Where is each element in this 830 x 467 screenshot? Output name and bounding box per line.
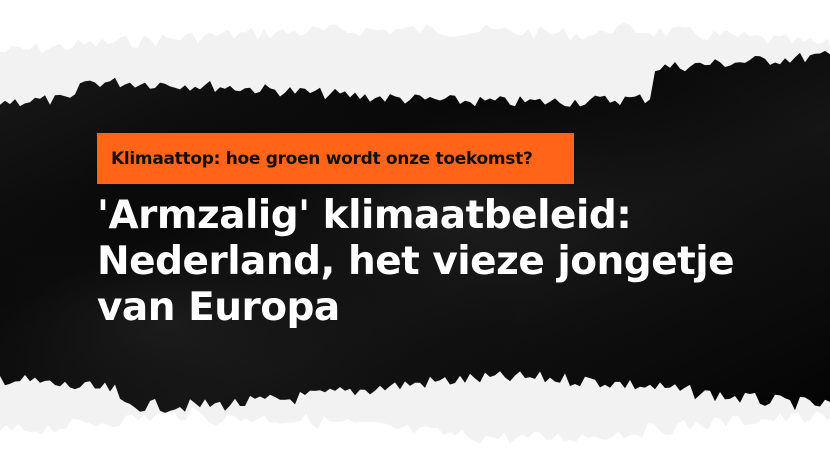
headline-line-3: van Europa	[97, 285, 340, 330]
torn-paper-banner: Klimaattop: hoe groen wordt onze toekoms…	[0, 0, 830, 467]
headline-line-2: Nederland, het vieze jongetje	[97, 239, 735, 284]
headline: 'Armzalig' klimaatbeleid: Nederland, het…	[97, 193, 797, 331]
headline-line-1: 'Armzalig' klimaatbeleid:	[97, 193, 632, 238]
kicker-label: Klimaattop: hoe groen wordt onze toekoms…	[97, 133, 574, 184]
kicker-text: Klimaattop: hoe groen wordt onze toekoms…	[111, 148, 533, 169]
